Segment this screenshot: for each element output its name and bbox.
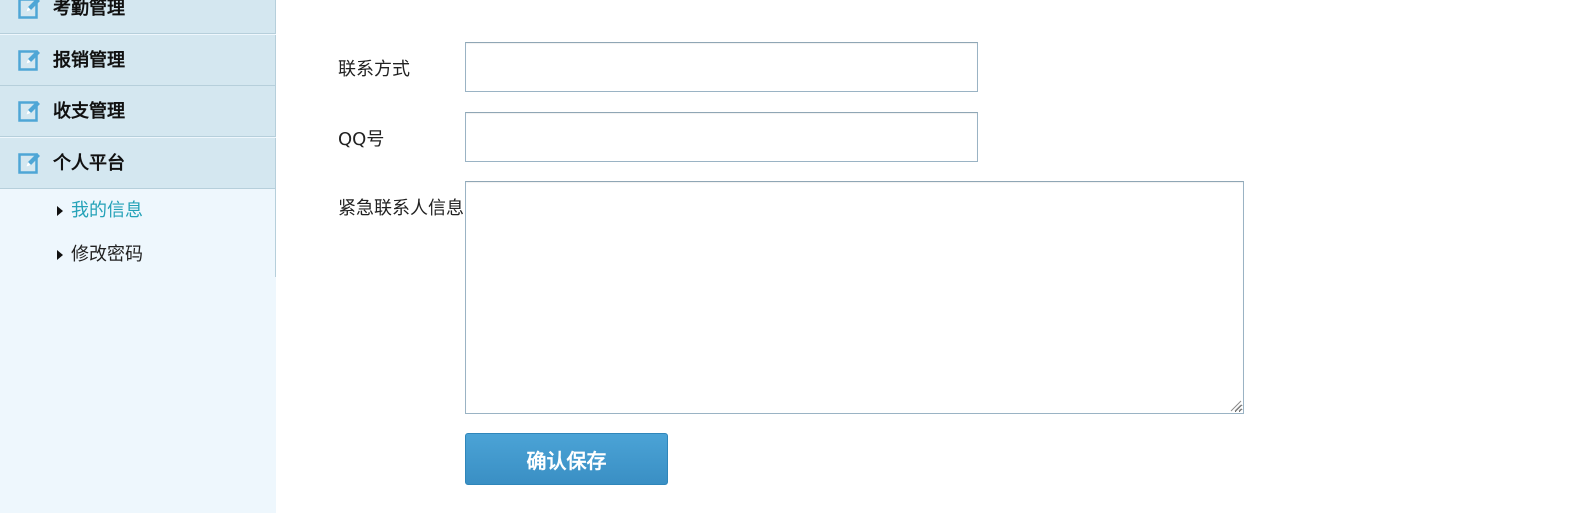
sidebar-group-label: 考勤管理: [53, 0, 125, 19]
edit-icon: [18, 0, 40, 19]
sidebar-group-reimbursement[interactable]: 报销管理: [0, 35, 276, 86]
sidebar: 考勤管理 报销管理 收支管理 个人平台 我的信息 修改密码: [0, 0, 276, 513]
sidebar-group-finance[interactable]: 收支管理: [0, 86, 276, 137]
page: 考勤管理 报销管理 收支管理 个人平台 我的信息 修改密码 联系方式 QQ号 紧…: [0, 0, 1588, 513]
sidebar-group-attendance[interactable]: 考勤管理: [0, 0, 276, 34]
sidebar-group-personal[interactable]: 个人平台: [0, 138, 276, 189]
caret-right-icon: [57, 206, 63, 216]
sidebar-group-label: 收支管理: [53, 101, 125, 122]
emergency-contact-field[interactable]: [465, 181, 1244, 414]
sidebar-group-label: 个人平台: [53, 153, 125, 174]
sidebar-group-label: 报销管理: [53, 50, 125, 71]
sidebar-item-label: 我的信息: [71, 200, 143, 221]
sidebar-item-change-password[interactable]: 修改密码: [0, 233, 275, 277]
caret-right-icon: [57, 250, 63, 260]
save-button[interactable]: 确认保存: [465, 433, 668, 485]
contact-label: 联系方式: [338, 59, 410, 80]
edit-icon: [18, 101, 40, 122]
qq-label: QQ号: [338, 129, 385, 150]
sidebar-item-label: 修改密码: [71, 244, 143, 265]
sidebar-item-my-info[interactable]: 我的信息: [0, 189, 275, 233]
edit-icon: [18, 50, 40, 71]
qq-field[interactable]: [465, 112, 978, 162]
edit-icon: [18, 153, 40, 174]
contact-field[interactable]: [465, 42, 978, 92]
emergency-contact-label: 紧急联系人信息: [338, 198, 464, 219]
submenu-divider: [275, 189, 276, 277]
